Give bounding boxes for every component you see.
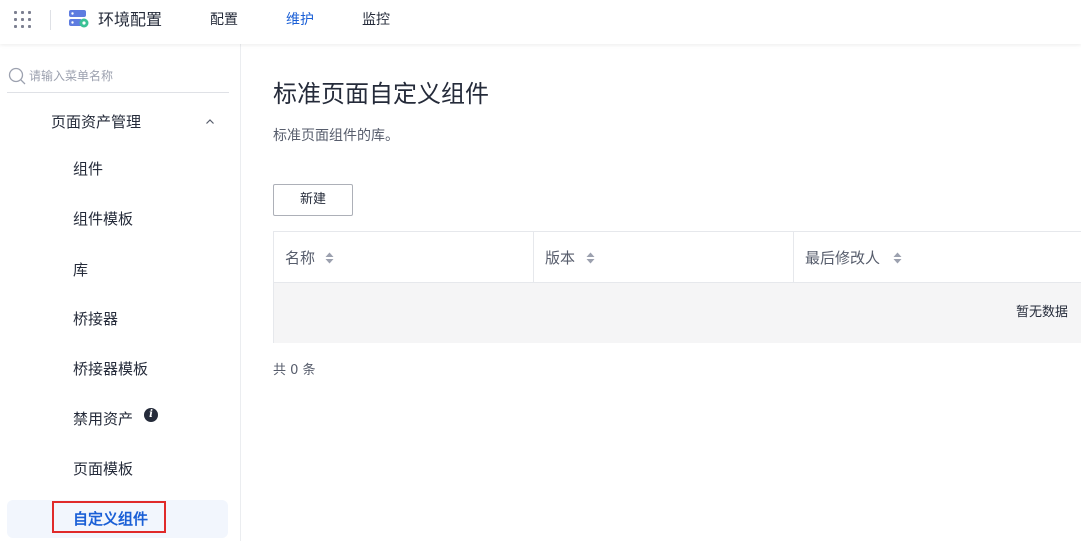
- table-header: 名称 版本 最后修改人: [274, 232, 1081, 283]
- sidebar-item-label: 组件模板: [73, 210, 134, 228]
- highlight-annotation-box: [52, 501, 166, 533]
- sidebar-item-library[interactable]: 库: [7, 251, 228, 289]
- topbar-divider: [50, 10, 51, 30]
- menu-search: [7, 60, 229, 93]
- pagination-total: 共 0 条: [273, 363, 316, 378]
- components-table: 名称 版本 最后修改人 暂无数据: [273, 231, 1081, 343]
- menu-group-label: 页面资产管理: [51, 113, 142, 131]
- sidebar-item-custom-components[interactable]: 自定义组件: [7, 500, 228, 538]
- chevron-up-icon: [206, 119, 214, 124]
- menu-search-input[interactable]: [29, 66, 224, 86]
- empty-state-text: 暂无数据: [1015, 305, 1068, 320]
- sort-icon[interactable]: [325, 252, 334, 264]
- column-header-name[interactable]: 名称: [274, 232, 534, 282]
- sidebar-item-component-templates[interactable]: 组件模板: [7, 200, 228, 238]
- sidebar-item-label: 桥接器模板: [73, 360, 149, 378]
- app-title: 环境配置: [98, 10, 163, 29]
- page-title: 标准页面自定义组件: [273, 80, 489, 108]
- environment-logo-icon: [69, 10, 89, 28]
- app-grid-icon[interactable]: [14, 11, 32, 29]
- sidebar-item-bridge-templates[interactable]: 桥接器模板: [7, 350, 228, 388]
- table-body-empty: 暂无数据: [274, 283, 1081, 343]
- column-header-version[interactable]: 版本: [534, 232, 794, 282]
- new-button[interactable]: 新建: [273, 184, 353, 216]
- menu-group-page-assets[interactable]: 页面资产管理: [0, 101, 240, 143]
- sidebar-item-components[interactable]: 组件: [7, 150, 228, 188]
- search-icon: [8, 67, 26, 85]
- sidebar-item-label: 桥接器: [73, 310, 119, 328]
- nav-config[interactable]: 配置: [210, 11, 238, 29]
- column-header-label: 版本: [545, 249, 576, 267]
- sidebar-item-label: 组件: [73, 160, 104, 178]
- nav-monitoring[interactable]: 监控: [362, 11, 390, 29]
- column-header-last-modified-by[interactable]: 最后修改人: [794, 232, 1081, 282]
- column-header-label: 最后修改人: [805, 249, 881, 267]
- sidebar-item-label: 库: [73, 261, 89, 279]
- sidebar-item-label: 页面模板: [73, 460, 134, 478]
- sidebar-item-label: 禁用资产: [73, 410, 134, 428]
- top-bar: 环境配置 配置 维护 监控: [0, 0, 1081, 44]
- page-description: 标准页面组件的库。: [273, 128, 399, 144]
- sidebar: 页面资产管理 组件 组件模板 库 桥接器 桥接器模板 禁用资产 页面模板 自定义…: [0, 44, 241, 541]
- info-icon[interactable]: i: [144, 408, 158, 422]
- nav-maintenance[interactable]: 维护: [286, 11, 314, 29]
- sidebar-item-page-templates[interactable]: 页面模板: [7, 450, 228, 488]
- sidebar-item-bridges[interactable]: 桥接器: [7, 300, 228, 338]
- column-header-label: 名称: [285, 249, 316, 267]
- sidebar-item-disabled-assets[interactable]: 禁用资产: [7, 400, 228, 438]
- sort-icon[interactable]: [893, 252, 902, 264]
- sort-icon[interactable]: [586, 252, 595, 264]
